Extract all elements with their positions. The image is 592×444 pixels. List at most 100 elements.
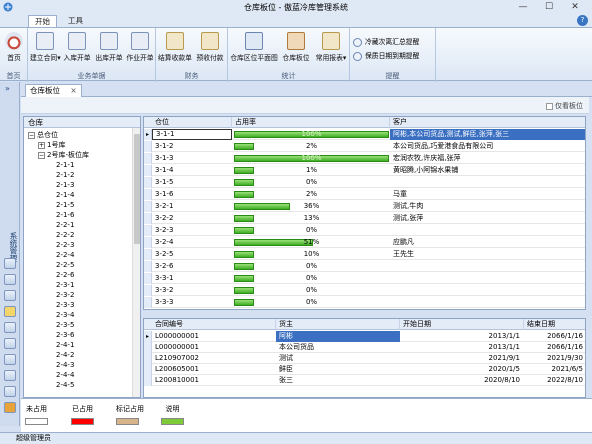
tree-node[interactable]: 2-1-1	[56, 160, 74, 170]
reminder-expiry[interactable]: 保质日期到期提醒	[353, 50, 419, 61]
expand-icon[interactable]: +	[38, 141, 45, 149]
cell-position[interactable]: 3-1-1	[152, 129, 232, 140]
cell-no[interactable]: L000000001	[152, 331, 276, 342]
sidebar-tool-icon-4[interactable]	[4, 338, 16, 349]
sidebar-star-icon[interactable]	[4, 306, 16, 317]
tree-scroll-thumb[interactable]	[134, 134, 140, 244]
inbound-button[interactable]: 入库开单	[62, 32, 92, 62]
home-button[interactable]: 首页	[2, 32, 26, 62]
cell-position[interactable]: 3-2-6	[152, 261, 232, 272]
cell-customer[interactable]	[390, 225, 585, 236]
table-row[interactable]: 3-2-4 51% 应鹏凡	[144, 237, 585, 248]
tree-node[interactable]: 2-3-5	[56, 320, 74, 330]
table-row[interactable]: 3-2-6 0%	[144, 261, 585, 272]
tree-node[interactable]: 2-4-3	[56, 360, 74, 370]
cell-end[interactable]: 2021/6/5	[524, 364, 585, 375]
contract-row[interactable]: ▸ L000000001 阿彬 2013/1/1 2066/1/16	[144, 331, 585, 342]
cell-owner[interactable]: 本公司货品	[276, 342, 400, 353]
cell-position[interactable]: 3-2-5	[152, 249, 232, 260]
tree-node[interactable]: 2-3-6	[56, 330, 74, 340]
table-row[interactable]: 3-1-5 0%	[144, 177, 585, 188]
help-icon[interactable]: ?	[577, 15, 588, 26]
tree-node[interactable]: 2-3-2	[56, 290, 74, 300]
cell-end[interactable]: 2066/1/16	[524, 331, 585, 342]
cell-customer[interactable]	[390, 285, 585, 296]
tree-node[interactable]: 2-2-3	[56, 240, 74, 250]
tree-node[interactable]: 2-4-4	[56, 370, 74, 380]
sidebar-tool-icon-7[interactable]	[4, 386, 16, 397]
tree-node[interactable]: 2-1-3	[56, 180, 74, 190]
maximize-button[interactable]: ☐	[542, 1, 556, 13]
tree-node[interactable]: 2-2-2	[56, 230, 74, 240]
cell-position[interactable]: 3-1-6	[152, 189, 232, 200]
col-contract-no[interactable]: 合同编号	[152, 319, 276, 330]
cell-customer[interactable]: 宏润农牧,许庆福,张萍	[390, 153, 585, 164]
sidebar-settings-icon[interactable]	[4, 402, 16, 413]
table-row[interactable]: 3-1-4 1% 黄昭腾,小阿锦水果铺	[144, 165, 585, 176]
table-row[interactable]: 3-1-3 100% 宏润农牧,许庆福,张萍	[144, 153, 585, 164]
collapse-icon[interactable]: −	[28, 131, 35, 139]
col-start-date[interactable]: 开始日期	[400, 319, 524, 330]
cell-position[interactable]: 3-3-3	[152, 297, 232, 308]
pallet-button[interactable]: 仓库板位	[280, 32, 312, 62]
cell-position[interactable]: 3-1-4	[152, 165, 232, 176]
cell-position[interactable]: 3-1-3	[152, 153, 232, 164]
close-button[interactable]: ✕	[568, 1, 582, 13]
tree-node[interactable]: 2-2-5	[56, 260, 74, 270]
cell-no[interactable]: L210907002	[152, 353, 276, 364]
col-occupancy[interactable]: 占用率	[232, 117, 390, 128]
table-row[interactable]: 3-2-3 0%	[144, 225, 585, 236]
settle-button[interactable]: 结算收款单	[158, 32, 192, 62]
reminder-cold[interactable]: 冷藏次离汇总提醒	[353, 36, 419, 47]
outbound-button[interactable]: 出库开单	[94, 32, 124, 62]
contract-row[interactable]: L000000001 本公司货品 2013/1/1 2066/1/16	[144, 342, 585, 353]
sidebar-tool-icon-3[interactable]	[4, 290, 16, 301]
table-row[interactable]: 3-1-2 2% 本公司货品,巧爱港食品有限公司	[144, 141, 585, 152]
cell-no[interactable]: L000000001	[152, 342, 276, 353]
cell-end[interactable]: 2066/1/16	[524, 342, 585, 353]
cell-customer[interactable]: 测试,牛肉	[390, 201, 585, 212]
col-customer[interactable]: 客户	[390, 117, 585, 128]
sidebar-tool-icon-6[interactable]	[4, 370, 16, 381]
tab-tools[interactable]: 工具	[62, 15, 89, 27]
reports-button[interactable]: 常用报表▾	[314, 32, 348, 62]
floorplan-button[interactable]: 仓库区位平面图	[230, 32, 278, 62]
cell-owner[interactable]: 张三	[276, 375, 400, 386]
tree-node[interactable]: 2-4-5	[56, 380, 74, 390]
cell-customer[interactable]: 应鹏凡	[390, 237, 585, 248]
tree-node[interactable]: 2-4-1	[56, 340, 74, 350]
cell-position[interactable]: 3-3-2	[152, 285, 232, 296]
tree-scrollbar[interactable]	[132, 128, 140, 397]
table-row[interactable]: 3-2-2 13% 测试,张萍	[144, 213, 585, 224]
expand-sidebar-icon[interactable]: »	[5, 84, 10, 93]
tree-node[interactable]: 2-2-6	[56, 270, 74, 280]
tree-node[interactable]: 2-1-5	[56, 200, 74, 210]
cell-customer[interactable]: 黄昭腾,小阿锦水果铺	[390, 165, 585, 176]
sidebar-tool-icon-2[interactable]	[4, 274, 16, 285]
tree-node[interactable]: −2号库-板位库	[38, 150, 89, 160]
minimize-button[interactable]: —	[516, 1, 530, 13]
cell-position[interactable]: 3-2-1	[152, 201, 232, 212]
cell-customer[interactable]	[390, 297, 585, 308]
cell-position[interactable]: 3-2-2	[152, 213, 232, 224]
cell-customer[interactable]: 测试,张萍	[390, 213, 585, 224]
tree-node[interactable]: 2-3-4	[56, 310, 74, 320]
cell-position[interactable]: 3-2-3	[152, 225, 232, 236]
cell-start[interactable]: 2021/9/1	[400, 353, 524, 364]
contract-row[interactable]: L210907002 测试 2021/9/1 2021/9/30	[144, 353, 585, 364]
only-pallet-checkbox[interactable]: 仅看板位	[546, 101, 583, 111]
table-row[interactable]: 3-2-1 36% 测试,牛肉	[144, 201, 585, 212]
cell-customer[interactable]: 王先生	[390, 249, 585, 260]
tree-node[interactable]: 2-1-4	[56, 190, 74, 200]
tree-node[interactable]: 2-2-4	[56, 250, 74, 260]
cell-customer[interactable]: 马童	[390, 189, 585, 200]
tree-node[interactable]: +1号库	[38, 140, 65, 150]
tree-node[interactable]: 2-3-3	[56, 300, 74, 310]
tab-pallet-position[interactable]: 仓库板位 ×	[25, 84, 82, 97]
cell-no[interactable]: L200605001	[152, 364, 276, 375]
task-button[interactable]: 作业开单	[125, 32, 155, 62]
cell-customer[interactable]: 阿彬,本公司货品,测试,鲜臣,张萍,张三	[390, 129, 585, 140]
cell-position[interactable]: 3-2-4	[152, 237, 232, 248]
cell-position[interactable]: 3-3-1	[152, 273, 232, 284]
cell-customer[interactable]: 本公司货品,巧爱港食品有限公司	[390, 141, 585, 152]
